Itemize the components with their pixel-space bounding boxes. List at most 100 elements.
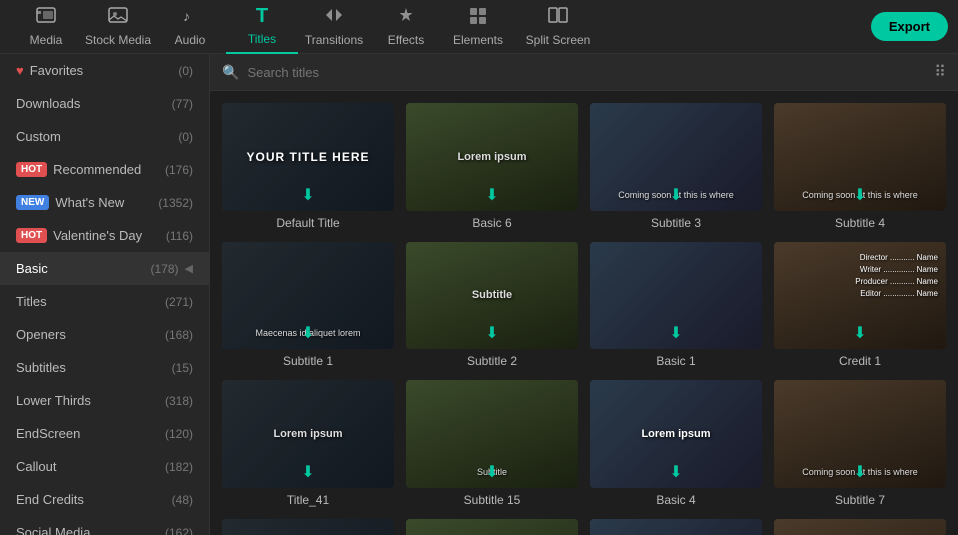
tile-subtitle-2[interactable]: Subtitle ⬇ Subtitle 2 [406,242,578,369]
nav-transitions-label: Transitions [305,33,363,47]
sidebar-item-subtitles[interactable]: Subtitles (15) [0,351,209,384]
download-icon-subtitle-7[interactable]: ⬇ [853,462,866,482]
search-bar: 🔍 ⠿ [210,54,958,91]
tile-default-title[interactable]: YOUR TITLE HERE ⬇ Default Title [222,103,394,230]
sidebar-item-social-media[interactable]: Social Media (162) [0,516,209,535]
tile-thumb-subtitle-15[interactable]: Subtitle ⬇ [406,380,578,488]
sidebar-subtitles-count: (15) [172,361,193,375]
tile-thumb-basic-6[interactable]: Lorem ipsum ⬇ [406,103,578,211]
download-icon-subtitle-15[interactable]: ⬇ [485,462,498,482]
nav-elements[interactable]: Elements [442,0,514,54]
download-icon-credit-1[interactable]: ⬇ [853,323,866,343]
download-icon-subtitle-3[interactable]: ⬇ [669,185,682,205]
sidebar-item-end-credits[interactable]: End Credits (48) [0,483,209,516]
sidebar-item-custom[interactable]: Custom (0) [0,120,209,153]
sidebar-endscreen-label: EndScreen [16,426,80,441]
sidebar-item-downloads[interactable]: Downloads (77) [0,87,209,120]
nav-transitions[interactable]: Transitions [298,0,370,54]
tile-thumb-subtitle-2[interactable]: Subtitle ⬇ [406,242,578,350]
tile-thumb-basic-4[interactable]: Lorem ipsum ⬇ [590,380,762,488]
nav-titles[interactable]: T Titles [226,0,298,54]
tile-thumb-title-29[interactable]: Lorem ipsum ⬇ [406,519,578,535]
tile-subtitle-7[interactable]: Coming soon at this is where ⬇ Subtitle … [774,380,946,507]
sidebar-item-basic[interactable]: Basic (178) ◀ [0,252,209,285]
tile-thumb-credit-1[interactable]: Director ........... NameWriter ........… [774,242,946,350]
download-icon-basic-6[interactable]: ⬇ [485,185,498,205]
hot-badge-recommended: HOT [16,162,47,177]
nav-split-screen[interactable]: Split Screen [514,0,602,54]
nav-titles-label: Titles [248,32,276,46]
tile-thumb-subtitle-3[interactable]: Coming soon at this is where ⬇ [590,103,762,211]
new-badge-whats-new: NEW [16,195,49,210]
tile-credit-1[interactable]: Director ........... NameWriter ........… [774,242,946,369]
nav-effects-label: Effects [388,33,424,47]
tile-thumb-subtitle-7[interactable]: Coming soon at this is where ⬇ [774,380,946,488]
tile-credit-3[interactable]: Joe Bloggs ⬇ Credit 3 [222,519,394,535]
tile-basic-4[interactable]: Lorem ipsum ⬇ Basic 4 [590,380,762,507]
download-icon-subtitle-1[interactable]: ⬇ [301,323,314,343]
tile-subtitle-4[interactable]: Coming soon at this is where ⬇ Subtitle … [774,103,946,230]
tile-credit-2[interactable]: Alex Joe ⬇ Credit 2 [590,519,762,535]
download-icon-title-41[interactable]: ⬇ [301,462,314,482]
sidebar-item-titles[interactable]: Titles (271) [0,285,209,318]
transitions-icon [324,6,344,29]
sidebar-item-endscreen[interactable]: EndScreen (120) [0,417,209,450]
tile-thumb-title-41[interactable]: Lorem ipsum ⬇ [222,380,394,488]
tile-thumb-subtitle-1[interactable]: Maecenas id aliquet lorem ⬇ [222,242,394,350]
tile-thumb-credit-3[interactable]: Joe Bloggs ⬇ [222,519,394,535]
tile-subtitle-15[interactable]: Subtitle ⬇ Subtitle 15 [406,380,578,507]
sidebar-end-credits-label: End Credits [16,492,84,507]
sidebar-endscreen-count: (120) [165,427,193,441]
tile-basic-6[interactable]: Lorem ipsum ⬇ Basic 6 [406,103,578,230]
sidebar-item-favorites[interactable]: ♥ Favorites (0) [0,54,209,87]
sidebar-item-valentines-day[interactable]: HOT Valentine's Day (116) [0,219,209,252]
sidebar-basic-count: (178) [151,262,179,276]
download-icon-subtitle-2[interactable]: ⬇ [485,323,498,343]
sidebar-whats-new-label: What's New [55,195,124,210]
grid-view-icon[interactable]: ⠿ [934,62,946,82]
export-button[interactable]: Export [871,12,948,41]
collapse-arrow: ◀ [185,262,193,275]
sidebar-basic-label: Basic [16,261,48,276]
download-icon-subtitle-4[interactable]: ⬇ [853,185,866,205]
tile-title-41[interactable]: Lorem ipsum ⬇ Title_41 [222,380,394,507]
download-icon-default-title[interactable]: ⬇ [301,185,314,205]
nav-audio[interactable]: ♪ Audio [154,0,226,54]
nav-split-screen-label: Split Screen [526,33,591,47]
sidebar-item-whats-new[interactable]: NEW What's New (1352) [0,186,209,219]
tile-thumb-subtitle-4[interactable]: Coming soon at this is where ⬇ [774,103,946,211]
tile-label-subtitle-3: Subtitle 3 [590,216,762,230]
nav-stock-media[interactable]: Stock Media [82,0,154,54]
nav-stock-media-label: Stock Media [85,33,151,47]
sidebar-item-callout[interactable]: Callout (182) [0,450,209,483]
sidebar-custom-label: Custom [16,129,61,144]
sidebar-custom-count: (0) [178,130,193,144]
sidebar-valentines-count: (116) [166,229,193,243]
sidebar-item-recommended[interactable]: HOT Recommended (176) [0,153,209,186]
download-icon-basic-1[interactable]: ⬇ [669,323,682,343]
tile-basic-1[interactable]: ⬇ Basic 1 [590,242,762,369]
tile-title-29[interactable]: Lorem ipsum ⬇ Title 29 [406,519,578,535]
sidebar-item-lower-thirds[interactable]: Lower Thirds (318) [0,384,209,417]
tile-thumb-basic-1[interactable]: ⬇ [590,242,762,350]
tile-label-subtitle-2: Subtitle 2 [406,354,578,368]
svg-text:♪: ♪ [183,8,190,24]
tile-thumb-default-title[interactable]: YOUR TITLE HERE ⬇ [222,103,394,211]
tile-thumb-thought-bubble[interactable]: DEMO TEXT ⬇ [774,519,946,535]
nav-media[interactable]: Media [10,0,82,54]
sidebar-openers-count: (168) [165,328,193,342]
download-icon-basic-4[interactable]: ⬇ [669,462,682,482]
tile-label-subtitle-1: Subtitle 1 [222,354,394,368]
sidebar-item-openers[interactable]: Openers (168) [0,318,209,351]
tile-label-subtitle-4: Subtitle 4 [774,216,946,230]
tile-thumb-credit-2[interactable]: Alex Joe ⬇ [590,519,762,535]
tile-subtitle-3[interactable]: Coming soon at this is where ⬇ Subtitle … [590,103,762,230]
sidebar-end-credits-count: (48) [172,493,193,507]
tile-thought-bubble[interactable]: DEMO TEXT ⬇ Thought Bubble [774,519,946,535]
search-input[interactable] [247,65,926,80]
sidebar-downloads-label: Downloads [16,96,80,111]
nav-effects[interactable]: Effects [370,0,442,54]
sidebar-lower-thirds-label: Lower Thirds [16,393,91,408]
split-screen-icon [548,6,568,29]
tile-subtitle-1[interactable]: Maecenas id aliquet lorem ⬇ Subtitle 1 [222,242,394,369]
